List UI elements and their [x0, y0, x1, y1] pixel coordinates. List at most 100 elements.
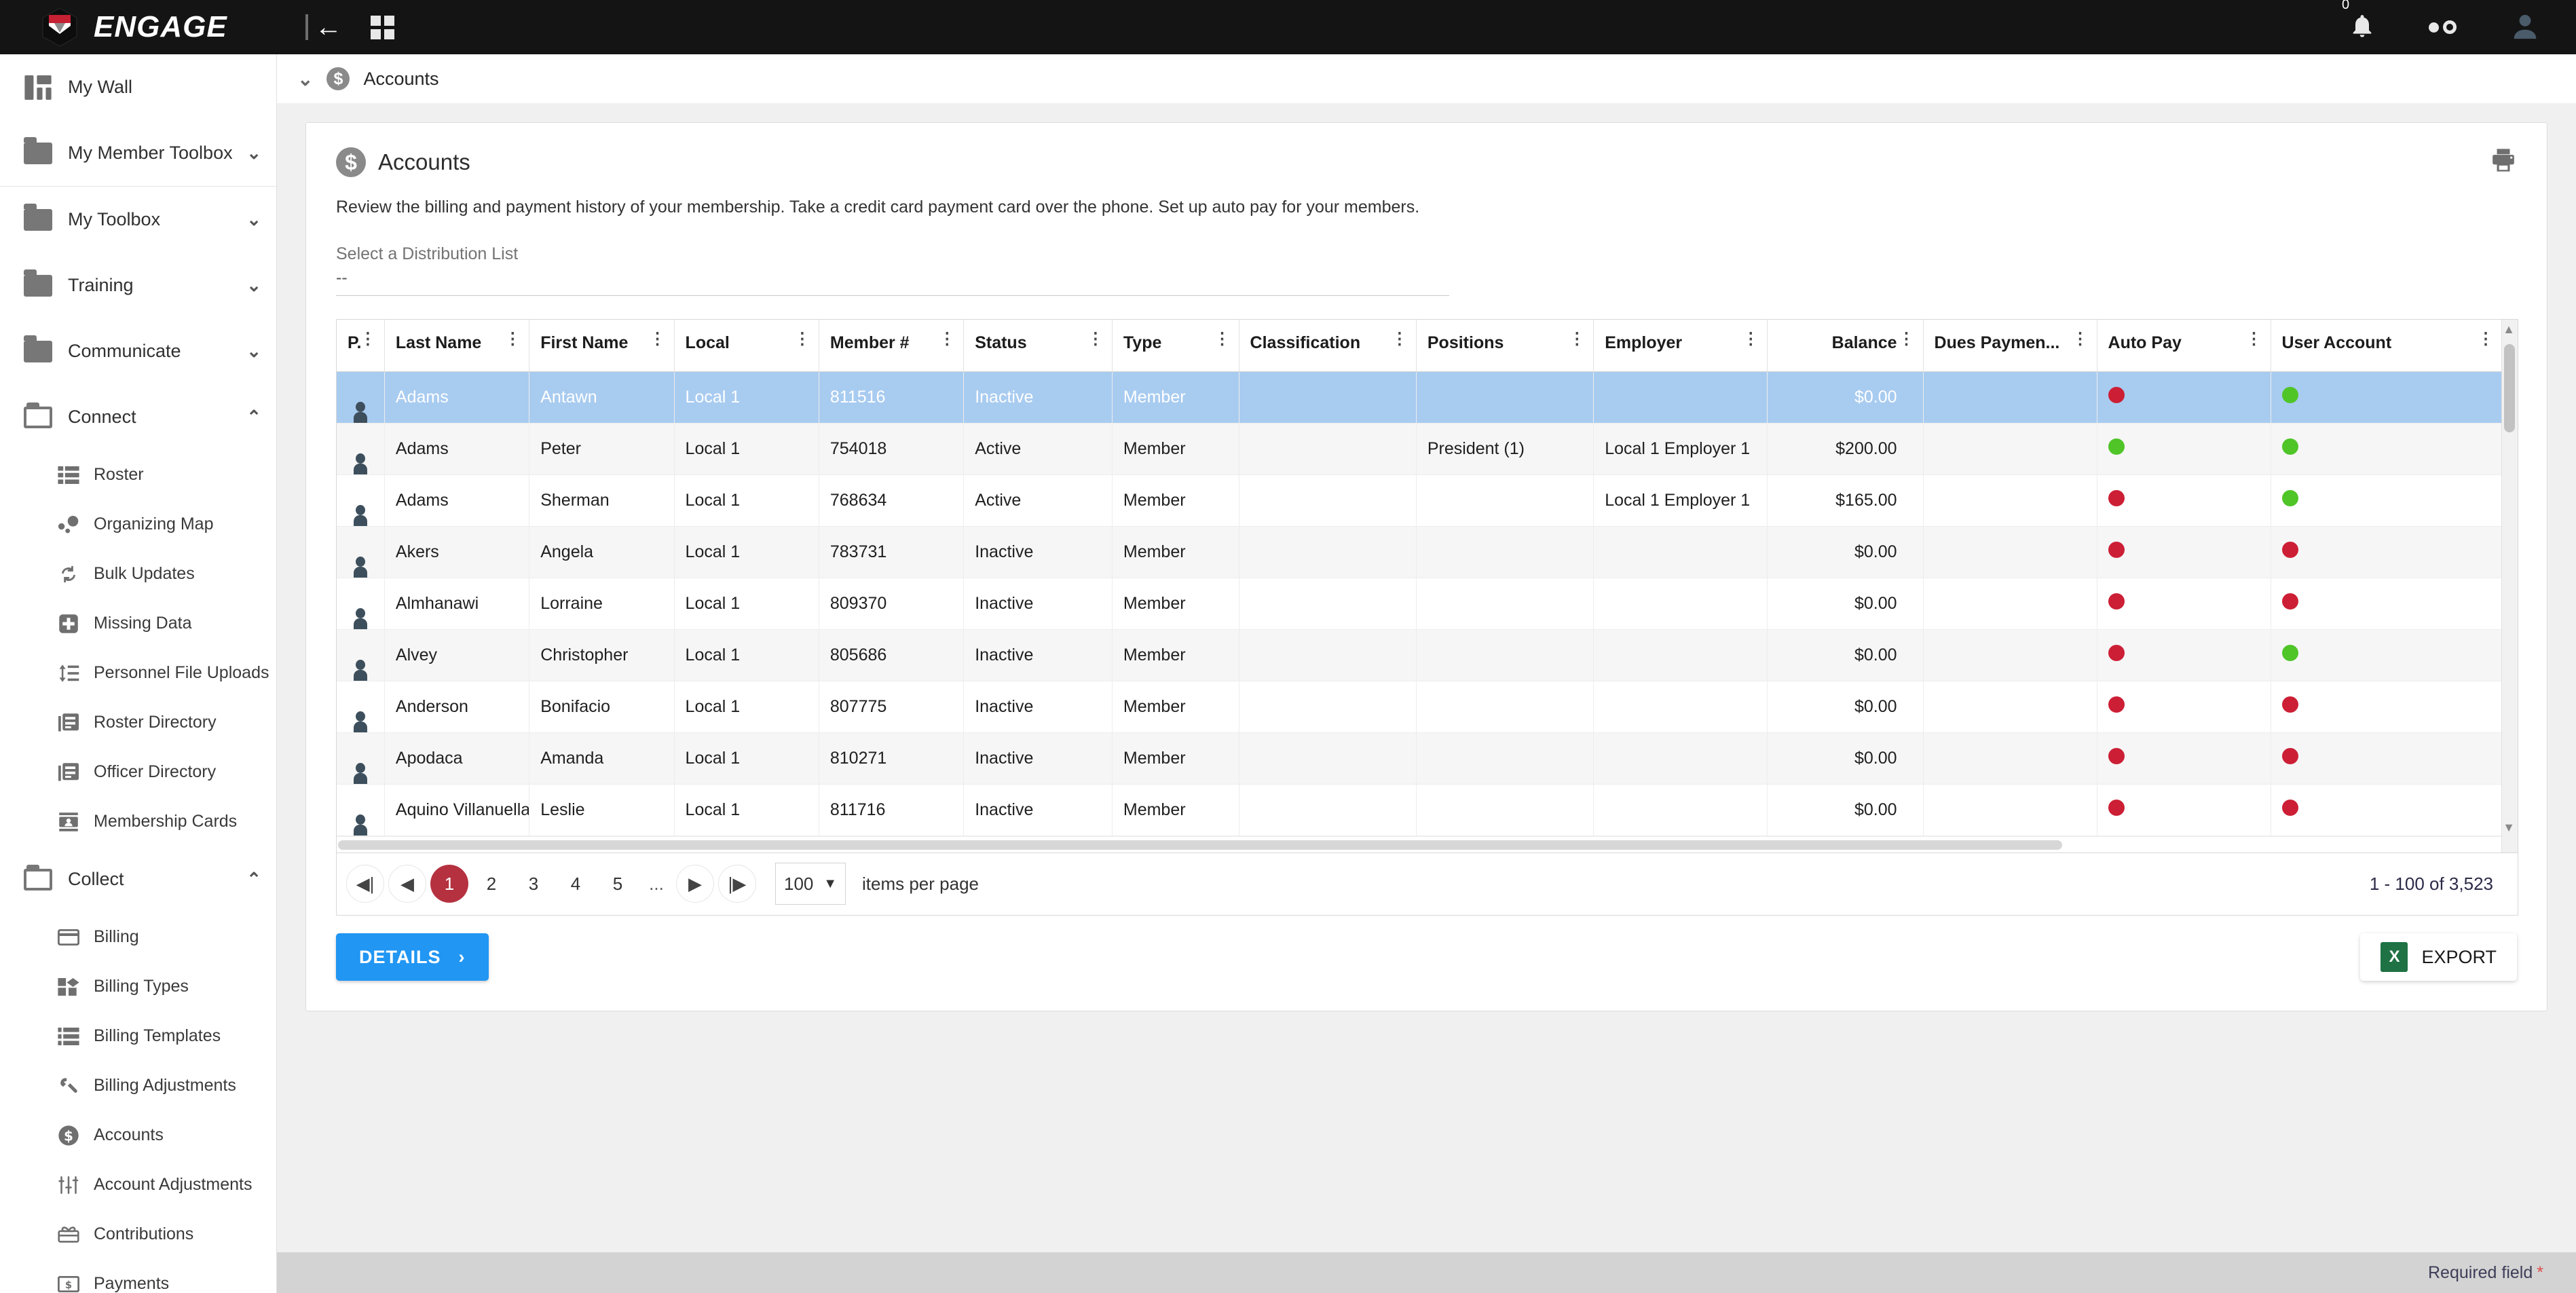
table-row[interactable]: Alvey Christopher Local 1 805686 Inactive Mem… [337, 629, 2503, 681]
vertical-scrollbar[interactable]: ▲ ▼ [2501, 320, 2518, 852]
scrollbar-thumb[interactable] [2504, 344, 2515, 432]
page-button-4[interactable]: 4 [557, 865, 595, 903]
scroll-down-arrow[interactable]: ▼ [2503, 821, 2515, 835]
sidebar-item-roster-directory[interactable]: Roster Directory [0, 698, 276, 747]
back-arrow-icon[interactable]: ← [315, 14, 342, 41]
col-header-local[interactable]: Local ⋮ [674, 320, 819, 372]
sidebar-item-communicate[interactable]: Communicate ⌄ [0, 318, 276, 384]
column-menu-icon[interactable]: ⋮ [2072, 331, 2089, 348]
page-button-2[interactable]: 2 [472, 865, 510, 903]
scroll-up-arrow[interactable]: ▲ [2503, 322, 2515, 337]
table-row[interactable]: Adams Sherman Local 1 768634 Active Member Loc… [337, 474, 2503, 527]
sidebar-item-account-adjustments[interactable]: Account Adjustments [0, 1160, 276, 1210]
page-button-1[interactable]: 1 [430, 865, 468, 903]
col-header-type[interactable]: Type ⋮ [1112, 320, 1239, 372]
folder-open-icon [19, 864, 57, 891]
notifications-button[interactable]: 0 [2342, 0, 2376, 44]
table-row[interactable]: Almhanawi Lorraine Local 1 809370 Inactive Me… [337, 578, 2503, 630]
printer-icon[interactable] [2490, 147, 2517, 176]
chevron-up-icon[interactable]: ⌃ [246, 407, 261, 428]
col-header-dues-payment[interactable]: Dues Paymen... ⋮ [1923, 320, 2097, 372]
table-row[interactable]: Adams Peter Local 1 754018 Active Member Presi… [337, 423, 2503, 475]
chevron-down-icon[interactable]: ⌄ [246, 209, 261, 230]
col-header-balance[interactable]: Balance ⋮ [1767, 320, 1924, 372]
column-menu-icon[interactable]: ⋮ [794, 331, 810, 348]
chevron-down-icon[interactable]: ⌄ [297, 68, 313, 90]
apps-grid-icon[interactable] [371, 15, 394, 39]
chevron-down-icon[interactable]: ⌄ [246, 275, 261, 296]
column-menu-icon[interactable]: ⋮ [1087, 331, 1104, 348]
sidebar-item-my-member-toolbox[interactable]: My Member Toolbox ⌄ [0, 120, 276, 186]
distribution-list-underline [336, 295, 1449, 296]
details-button[interactable]: DETAILS › [336, 933, 489, 981]
toggle-switch-icon[interactable] [2429, 20, 2457, 34]
first-page-button[interactable]: ◀| [346, 865, 384, 903]
chevron-down-icon[interactable]: ⌄ [246, 143, 261, 164]
sidebar-item-connect[interactable]: Connect ⌃ [0, 384, 276, 450]
column-menu-icon[interactable]: ⋮ [360, 331, 376, 348]
col-header-positions[interactable]: Positions ⋮ [1416, 320, 1594, 372]
export-button[interactable]: X EXPORT [2360, 933, 2517, 981]
brand-logo[interactable]: ENGAGE [0, 7, 278, 48]
page-button-3[interactable]: 3 [515, 865, 553, 903]
column-menu-icon[interactable]: ⋮ [650, 331, 666, 348]
sidebar-item-missing-data[interactable]: Missing Data [0, 599, 276, 648]
sidebar-item-personnel-file-uploads[interactable]: Personnel File Uploads [0, 648, 276, 698]
sidebar-item-training[interactable]: Training ⌄ [0, 252, 276, 318]
user-avatar-icon[interactable] [2509, 10, 2541, 45]
required-field-label: Required field [2428, 1262, 2533, 1282]
sidebar-item-collect[interactable]: Collect ⌃ [0, 846, 276, 912]
column-menu-icon[interactable]: ⋮ [2246, 331, 2262, 348]
col-header-user-account[interactable]: User Account ⋮ [2271, 320, 2503, 372]
column-menu-icon[interactable]: ⋮ [939, 331, 955, 348]
prev-page-button[interactable]: ◀ [388, 865, 426, 903]
table-row[interactable]: Aquino Villanuella Leslie Local 1 811716 Ina… [337, 784, 2503, 836]
column-menu-icon[interactable]: ⋮ [1392, 331, 1408, 348]
sidebar-item-billing-templates[interactable]: Billing Templates [0, 1011, 276, 1061]
sidebar-item-contributions[interactable]: Contributions [0, 1210, 276, 1259]
column-menu-icon[interactable]: ⋮ [1899, 331, 1915, 348]
sidebar-item-organizing-map[interactable]: Organizing Map [0, 500, 276, 549]
column-menu-icon[interactable]: ⋮ [504, 331, 521, 348]
col-header-photo[interactable]: P. ⋮ [337, 320, 385, 372]
col-header-status[interactable]: Status ⋮ [963, 320, 1113, 372]
chevron-up-icon[interactable]: ⌃ [246, 869, 261, 890]
horizontal-scrollbar[interactable] [337, 836, 2518, 852]
sidebar-item-billing[interactable]: Billing [0, 912, 276, 962]
col-header-employer[interactable]: Employer ⋮ [1593, 320, 1768, 372]
sidebar-item-my-wall[interactable]: My Wall [0, 54, 276, 120]
cell-classification [1239, 423, 1417, 475]
sidebar-item-officer-directory[interactable]: Officer Directory [0, 747, 276, 797]
sidebar-item-label: Account Adjustments [94, 1175, 253, 1194]
sidebar-item-accounts[interactable]: $ Accounts [0, 1110, 276, 1160]
sidebar-item-membership-cards[interactable]: Membership Cards [0, 797, 276, 846]
table-row[interactable]: Anderson Bonifacio Local 1 807775 Inactive Me… [337, 681, 2503, 733]
col-header-auto-pay[interactable]: Auto Pay ⋮ [2097, 320, 2271, 372]
last-page-button[interactable]: |▶ [718, 865, 756, 903]
scrollbar-thumb[interactable] [338, 840, 2062, 850]
column-menu-icon[interactable]: ⋮ [1569, 331, 1585, 348]
sidebar-item-my-toolbox[interactable]: My Toolbox ⌄ [0, 187, 276, 252]
sidebar-item-bulk-updates[interactable]: Bulk Updates [0, 549, 276, 599]
table-row[interactable]: Apodaca Amanda Local 1 810271 Inactive Member… [337, 732, 2503, 785]
table-row[interactable]: Akers Angela Local 1 783731 Inactive Member $0… [337, 526, 2503, 578]
chevron-down-icon[interactable]: ⌄ [246, 341, 261, 362]
col-header-last-name[interactable]: Last Name ⋮ [384, 320, 530, 372]
column-menu-icon[interactable]: ⋮ [1742, 331, 1759, 348]
page-button-5[interactable]: 5 [599, 865, 637, 903]
table-row[interactable]: Adams Antawn Local 1 811516 Inactive Member $0… [337, 371, 2503, 424]
sidebar[interactable]: My Wall My Member Toolbox ⌄ My Toolbox ⌄… [0, 54, 277, 1293]
col-header-first-name[interactable]: First Name ⋮ [529, 320, 675, 372]
sidebar-item-roster[interactable]: Roster [0, 450, 276, 500]
sidebar-item-payments[interactable]: $ Payments [0, 1259, 276, 1293]
next-page-button[interactable]: ▶ [676, 865, 714, 903]
sidebar-item-billing-adjustments[interactable]: Billing Adjustments [0, 1061, 276, 1110]
sidebar-item-billing-types[interactable]: Billing Types [0, 962, 276, 1011]
page-size-select[interactable]: 100 ▼ [775, 863, 846, 905]
column-menu-icon[interactable]: ⋮ [1214, 331, 1231, 348]
column-menu-icon[interactable]: ⋮ [2478, 331, 2494, 348]
col-header-classification[interactable]: Classification ⋮ [1239, 320, 1417, 372]
status-badge-auto-pay [2097, 526, 2271, 578]
distribution-list-value[interactable]: -- [336, 268, 2517, 288]
col-header-member-number[interactable]: Member # ⋮ [819, 320, 965, 372]
